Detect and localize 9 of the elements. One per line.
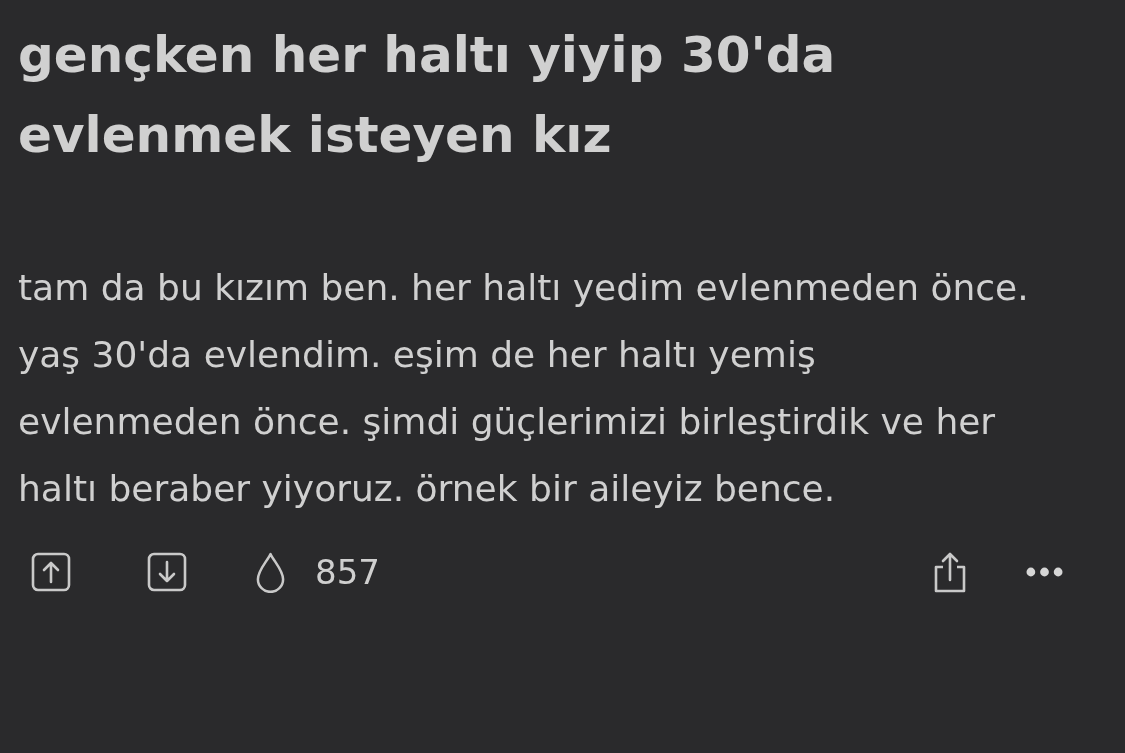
more-button[interactable] [1026,567,1063,577]
entry-title[interactable]: gençken her haltı yiyip 30'da evlenmek isteyen kız [18,15,898,175]
more-icon [1026,567,1063,577]
entry-text: tam da bu kızım ben. her haltı yedim evlenmeden önce. yaş 30'da evlendim. eşim de her haltı yemiş evlenmeden önce. şimdi güçlerimizi birleştirdik ve her haltı beraber yiyoruz. örnek bir aileyiz bence. [18,266,1029,511]
downvote-button[interactable] [147,552,187,592]
favorite-count: 857 [315,552,380,592]
upvote-button[interactable] [31,552,71,592]
favorite-button[interactable] [255,551,286,593]
droplet-icon [255,551,286,593]
